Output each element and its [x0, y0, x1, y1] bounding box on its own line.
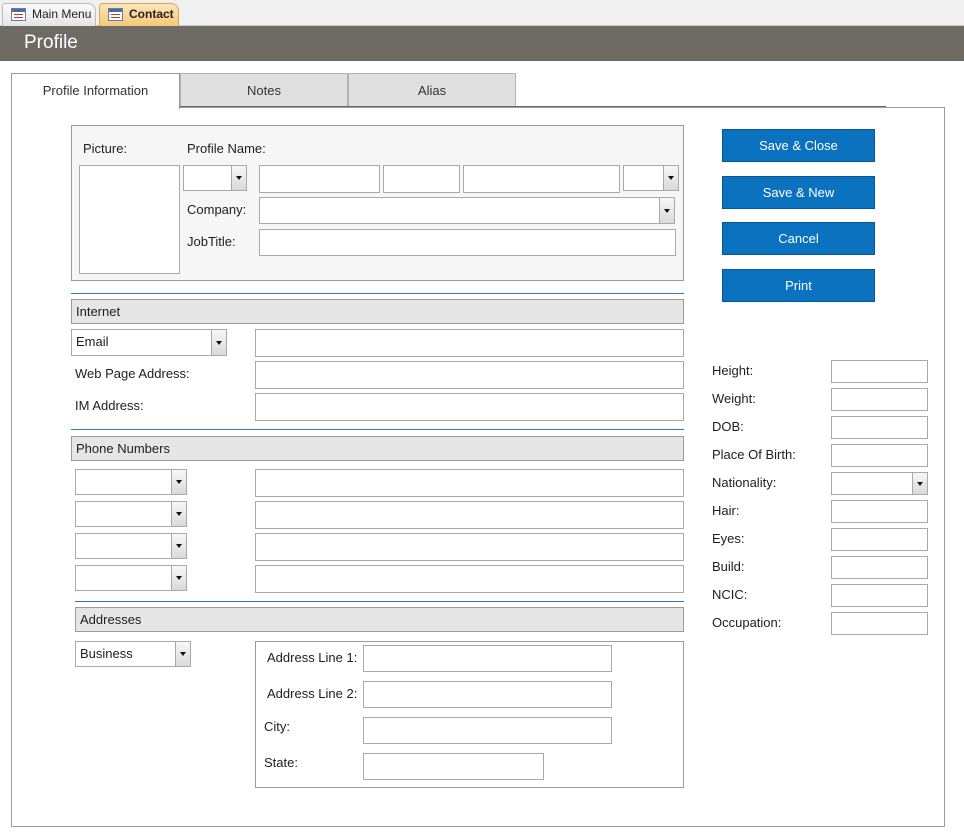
save-close-button[interactable]: Save & Close	[722, 129, 875, 162]
picture-label: Picture:	[83, 141, 128, 156]
profile-name-label: Profile Name:	[187, 141, 266, 156]
email-field[interactable]	[255, 329, 684, 357]
address-type-value: Business	[80, 646, 133, 661]
address-line1-label: Address Line 1:	[267, 650, 358, 665]
form-icon	[11, 8, 26, 21]
middle-name-field[interactable]	[383, 165, 460, 193]
dob-label: DOB:	[712, 419, 744, 434]
state-label: State:	[264, 755, 298, 770]
chevron-down-icon[interactable]	[231, 166, 246, 190]
ncic-field[interactable]	[831, 584, 928, 607]
occupation-field[interactable]	[831, 612, 928, 635]
hair-field[interactable]	[831, 500, 928, 523]
addresses-section-header: Addresses	[75, 607, 684, 632]
company-label: Company:	[187, 202, 247, 217]
nationality-combo[interactable]	[831, 472, 928, 495]
weight-label: Weight:	[712, 391, 756, 406]
hair-label: Hair:	[712, 503, 740, 518]
state-field[interactable]	[363, 753, 544, 780]
eyes-label: Eyes:	[712, 531, 745, 546]
jobtitle-label: JobTitle:	[187, 234, 236, 249]
section-divider	[75, 601, 684, 602]
web-page-label: Web Page Address:	[75, 366, 190, 381]
doc-tab-main-menu[interactable]: Main Menu	[2, 3, 96, 26]
eyes-field[interactable]	[831, 528, 928, 551]
phone-number-field[interactable]	[255, 565, 684, 593]
phone-section-header: Phone Numbers	[71, 436, 684, 461]
page-title: Profile	[24, 32, 78, 53]
first-name-field[interactable]	[259, 165, 380, 193]
internet-section-header: Internet	[71, 299, 684, 324]
phone-number-field[interactable]	[255, 533, 684, 561]
address-type-combo[interactable]: Business	[75, 641, 191, 667]
doc-tab-label: Contact	[129, 7, 174, 21]
chevron-down-icon[interactable]	[171, 566, 186, 590]
height-label: Height:	[712, 363, 754, 378]
im-address-field[interactable]	[255, 393, 684, 421]
form-header: Profile	[0, 26, 964, 61]
section-divider	[71, 293, 684, 294]
save-new-button[interactable]: Save & New	[722, 176, 875, 209]
tab-notes[interactable]: Notes	[180, 73, 348, 108]
document-tab-bar: Main Menu Contact	[0, 0, 964, 26]
picture-frame[interactable]	[79, 165, 180, 274]
email-type-combo[interactable]: Email	[71, 329, 227, 356]
chevron-down-icon[interactable]	[912, 473, 927, 494]
name-prefix-combo[interactable]	[183, 165, 247, 191]
chevron-down-icon[interactable]	[171, 502, 186, 526]
address-line2-field[interactable]	[363, 681, 612, 708]
phone-type-combo[interactable]	[75, 469, 187, 495]
chevron-down-icon[interactable]	[171, 470, 186, 494]
chevron-down-icon[interactable]	[175, 642, 190, 666]
tab-alias[interactable]: Alias	[348, 73, 516, 108]
city-field[interactable]	[363, 717, 612, 744]
address-line2-label: Address Line 2:	[267, 686, 358, 701]
ncic-label: NCIC:	[712, 587, 748, 602]
chevron-down-icon[interactable]	[663, 166, 678, 190]
doc-tab-label: Main Menu	[32, 7, 92, 21]
email-type-value: Email	[76, 334, 109, 349]
section-divider	[71, 429, 684, 430]
form-icon	[108, 8, 123, 21]
web-page-field[interactable]	[255, 361, 684, 389]
im-address-label: IM Address:	[75, 398, 144, 413]
build-field[interactable]	[831, 556, 928, 579]
jobtitle-field[interactable]	[259, 229, 676, 256]
cancel-button[interactable]: Cancel	[722, 222, 875, 255]
height-field[interactable]	[831, 360, 928, 383]
name-suffix-combo[interactable]	[623, 165, 679, 191]
chevron-down-icon[interactable]	[211, 330, 226, 355]
place-of-birth-field[interactable]	[831, 444, 928, 467]
occupation-label: Occupation:	[712, 615, 782, 630]
address-line1-field[interactable]	[363, 645, 612, 672]
phone-number-field[interactable]	[255, 501, 684, 529]
last-name-field[interactable]	[463, 165, 620, 193]
dob-field[interactable]	[831, 416, 928, 439]
phone-type-combo[interactable]	[75, 533, 187, 559]
build-label: Build:	[712, 559, 745, 574]
nationality-label: Nationality:	[712, 475, 777, 490]
chevron-down-icon[interactable]	[659, 198, 674, 223]
doc-tab-contact[interactable]: Contact	[99, 3, 179, 26]
chevron-down-icon[interactable]	[171, 534, 186, 558]
weight-field[interactable]	[831, 388, 928, 411]
print-button[interactable]: Print	[722, 269, 875, 302]
tab-profile-information[interactable]: Profile Information	[11, 73, 180, 109]
phone-type-combo[interactable]	[75, 565, 187, 591]
phone-type-combo[interactable]	[75, 501, 187, 527]
company-combo[interactable]	[259, 197, 675, 224]
phone-number-field[interactable]	[255, 469, 684, 497]
city-label: City:	[264, 719, 290, 734]
place-of-birth-label: Place Of Birth:	[712, 447, 796, 462]
